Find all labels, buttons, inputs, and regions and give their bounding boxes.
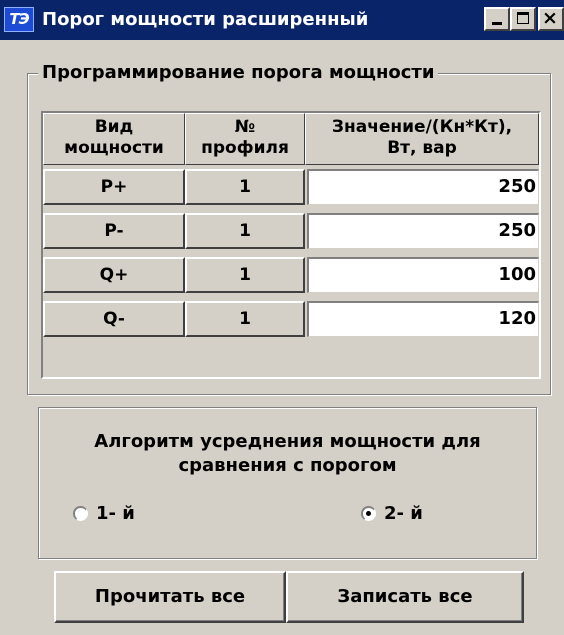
read-all-button[interactable]: Прочитать все [54, 571, 286, 623]
header-value: Значение/(Кн*Кт), Вт, вар [305, 113, 539, 165]
radio-2-label: 2- й [384, 503, 423, 524]
header-profile-number: № профиля [185, 113, 305, 165]
row-1-value-field[interactable]: 250 [307, 169, 539, 205]
header-power-type: Вид мощности [43, 113, 185, 165]
app-icon: ТЭ [4, 7, 34, 32]
row-3-profile: 1 [185, 257, 305, 293]
maximize-icon [517, 12, 529, 24]
close-icon: × [542, 7, 558, 29]
radio-2-circle-icon[interactable] [361, 506, 376, 521]
algorithm-groupbox: Алгоритм усреднения мощности для сравнен… [38, 407, 537, 559]
close-button[interactable]: × [538, 7, 564, 31]
row-3-type: Q+ [43, 257, 185, 293]
row-4-type: Q- [43, 301, 185, 337]
window-title: Порог мощности расширенный [42, 9, 369, 30]
row-4-value-field[interactable]: 120 [307, 301, 539, 337]
maximize-button[interactable] [510, 7, 536, 31]
row-1-profile: 1 [185, 169, 305, 205]
row-1-type: P+ [43, 169, 185, 205]
radio-option-2[interactable]: 2- й [361, 503, 423, 524]
row-4-profile: 1 [185, 301, 305, 337]
algorithm-title: Алгоритм усреднения мощности для сравнен… [94, 431, 481, 476]
write-all-button[interactable]: Записать все [286, 571, 524, 623]
title-bar[interactable]: ТЭ Порог мощности расширенный × [0, 0, 564, 40]
row-2-type: P- [43, 213, 185, 249]
row-2-profile: 1 [185, 213, 305, 249]
radio-1-label: 1- й [96, 503, 135, 524]
radio-selected-dot-icon [366, 511, 371, 516]
row-2-value-field[interactable]: 250 [307, 213, 539, 249]
minimize-button[interactable] [484, 7, 510, 31]
radio-1-circle-icon[interactable] [73, 506, 88, 521]
programming-group-legend: Программирование порога мощности [38, 60, 439, 86]
minimize-icon [492, 22, 502, 25]
threshold-table: Вид мощности № профиля Значение/(Кн*Кт),… [41, 111, 541, 379]
radio-option-1[interactable]: 1- й [73, 503, 135, 524]
row-3-value-field[interactable]: 100 [307, 257, 539, 293]
